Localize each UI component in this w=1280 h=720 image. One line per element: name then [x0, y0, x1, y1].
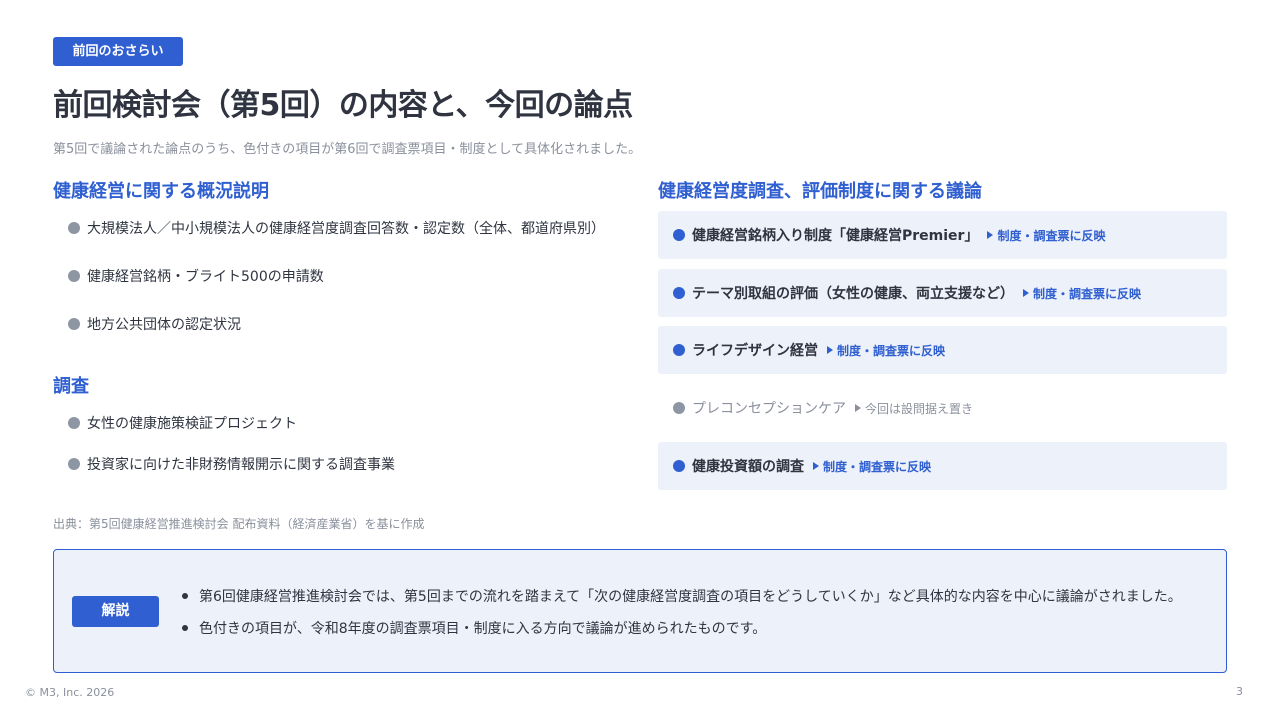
- bullet-dot-icon: [673, 229, 685, 241]
- page-title: 前回検討会（第5回）の内容と、今回の論点: [53, 88, 633, 123]
- explanation-bullet-text: 第6回健康経営推進検討会では、第5回までの流れを踏まえて「次の健康経営度調査の項…: [199, 589, 1182, 605]
- list-item-label: 大規模法人／中小規模法人の健康経営度調査回答数・認定数（全体、都道府県別）: [87, 221, 605, 237]
- discussion-item-note: 制度・調査票に反映: [1033, 286, 1142, 301]
- list-item-label: 投資家に向けた非財務情報開示に関する調査事業: [87, 457, 395, 473]
- copyright: © M3, Inc. 2026: [25, 686, 115, 699]
- bullet-dot-icon: [68, 222, 80, 234]
- bullet-dot-icon: [182, 593, 188, 599]
- triangle-right-icon: [827, 346, 833, 354]
- discussion-item-label: テーマ別取組の評価（女性の健康、両立支援など）: [692, 286, 1014, 302]
- discussion-item: テーマ別取組の評価（女性の健康、両立支援など） 制度・調査票に反映: [658, 269, 1227, 317]
- bullet-dot-icon: [68, 417, 80, 429]
- bullet-dot-icon: [68, 318, 80, 330]
- bullet-dot-icon: [673, 460, 685, 472]
- list-item: 大規模法人／中小規模法人の健康経営度調査回答数・認定数（全体、都道府県別）: [68, 218, 605, 238]
- discussion-item-note: 制度・調査票に反映: [997, 228, 1106, 243]
- explanation-bullet: 第6回健康経営推進検討会では、第5回までの流れを踏まえて「次の健康経営度調査の項…: [182, 586, 1182, 606]
- bullet-dot-icon: [182, 625, 188, 631]
- explanation-badge: 解説: [72, 596, 159, 627]
- triangle-right-icon: [855, 404, 861, 412]
- bullet-dot-icon: [673, 402, 685, 414]
- list-item-label: 地方公共団体の認定状況: [87, 317, 241, 333]
- bullet-dot-icon: [673, 287, 685, 299]
- section-tag: 前回のおさらい: [53, 37, 183, 66]
- list-item: 地方公共団体の認定状況: [68, 314, 241, 334]
- source-note: 出典：第5回健康経営推進検討会 配布資料（経済産業省）を基に作成: [53, 517, 425, 531]
- bullet-dot-icon: [68, 458, 80, 470]
- explanation-bullet-text: 色付きの項目が、令和8年度の調査票項目・制度に入る方向で議論が進められたものです…: [199, 621, 767, 637]
- list-item: 健康経営銘柄・ブライト500の申請数: [68, 266, 324, 286]
- survey-heading: 調査: [53, 376, 89, 397]
- triangle-right-icon: [813, 462, 819, 470]
- discussion-item: 健康経営銘柄入り制度「健康経営Premier」 制度・調査票に反映: [658, 211, 1227, 259]
- discussion-item: ライフデザイン経営 制度・調査票に反映: [658, 326, 1227, 374]
- triangle-right-icon: [1023, 289, 1029, 297]
- discussion-heading: 健康経営度調査、評価制度に関する議論: [658, 181, 982, 202]
- discussion-item: プレコンセプションケア 今回は設問据え置き: [658, 384, 1227, 432]
- list-item: 女性の健康施策検証プロジェクト: [68, 413, 297, 433]
- discussion-item-note: 制度・調査票に反映: [823, 459, 932, 474]
- bullet-dot-icon: [68, 270, 80, 282]
- bullet-dot-icon: [673, 344, 685, 356]
- discussion-item: 健康投資額の調査 制度・調査票に反映: [658, 442, 1227, 490]
- overview-heading: 健康経営に関する概況説明: [53, 181, 269, 202]
- discussion-item-note: 今回は設問据え置き: [865, 401, 974, 416]
- list-item: 投資家に向けた非財務情報開示に関する調査事業: [68, 454, 395, 474]
- page-number: 3: [1236, 685, 1243, 698]
- triangle-right-icon: [987, 231, 994, 239]
- list-item-label: 健康経営銘柄・ブライト500の申請数: [87, 269, 324, 285]
- explanation-box: 解説 第6回健康経営推進検討会では、第5回までの流れを踏まえて「次の健康経営度調…: [53, 549, 1227, 673]
- discussion-item-label: 健康経営銘柄入り制度「健康経営Premier」: [692, 228, 979, 244]
- page-subtitle: 第5回で議論された論点のうち、色付きの項目が第6回で調査票項目・制度として具体化…: [53, 142, 642, 157]
- discussion-item-label: ライフデザイン経営: [692, 343, 818, 359]
- explanation-bullet: 色付きの項目が、令和8年度の調査票項目・制度に入る方向で議論が進められたものです…: [182, 618, 766, 638]
- discussion-item-label: 健康投資額の調査: [692, 459, 804, 475]
- discussion-item-label: プレコンセプションケア: [692, 401, 846, 417]
- discussion-item-note: 制度・調査票に反映: [837, 343, 946, 358]
- list-item-label: 女性の健康施策検証プロジェクト: [87, 416, 297, 432]
